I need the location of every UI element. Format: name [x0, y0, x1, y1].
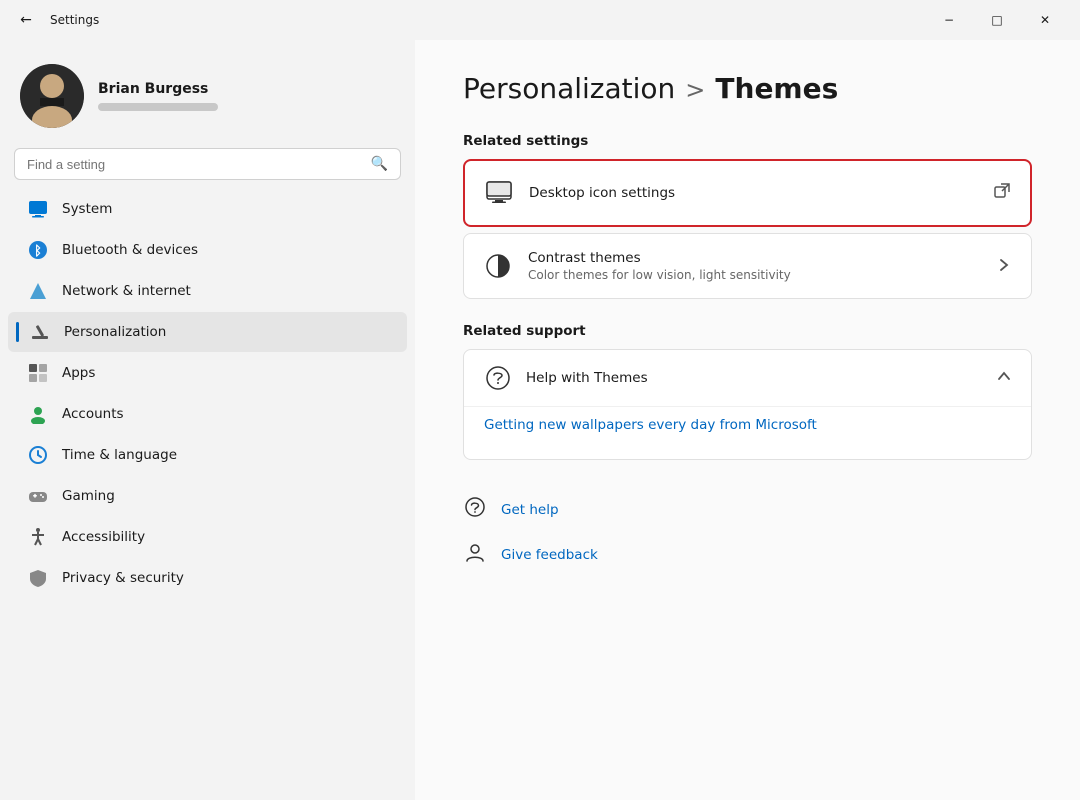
search-icon: 🔍	[371, 156, 388, 172]
sidebar-item-apps-label: Apps	[62, 365, 95, 381]
give-feedback-label: Give feedback	[501, 547, 598, 563]
get-help-label: Get help	[501, 502, 559, 518]
help-themes-title: Help with Themes	[526, 370, 983, 386]
desktop-icon-settings-card[interactable]: Desktop icon settings	[463, 159, 1032, 227]
desktop-icon-settings-content: Desktop icon settings	[529, 185, 978, 201]
avatar-svg	[20, 64, 84, 128]
sidebar-item-accounts[interactable]: Accounts	[8, 394, 407, 434]
sidebar-item-network[interactable]: Network & internet	[8, 271, 407, 311]
sidebar-item-accessibility-label: Accessibility	[62, 529, 145, 545]
sidebar-item-apps[interactable]: Apps	[8, 353, 407, 393]
app-body: Brian Burgess 🔍 System	[0, 40, 1080, 800]
sidebar-item-system-label: System	[62, 201, 112, 217]
network-icon	[28, 281, 48, 301]
contrast-themes-title: Contrast themes	[528, 250, 981, 266]
get-help-icon	[463, 496, 487, 523]
avatar-image	[20, 64, 84, 128]
sidebar-item-gaming[interactable]: Gaming	[8, 476, 407, 516]
related-settings-section: Related settings Desktop icon settings	[463, 133, 1032, 299]
svg-text:ᛒ: ᛒ	[34, 243, 42, 258]
breadcrumb-separator: >	[685, 76, 705, 104]
close-button[interactable]: ✕	[1022, 5, 1068, 35]
related-settings-label: Related settings	[463, 133, 1032, 149]
back-button[interactable]: ←	[12, 6, 40, 34]
bluetooth-icon: ᛒ	[28, 240, 48, 260]
sidebar-item-bluetooth-label: Bluetooth & devices	[62, 242, 198, 258]
user-section: Brian Burgess	[0, 48, 415, 148]
sidebar-item-privacy-label: Privacy & security	[62, 570, 184, 586]
sidebar-item-personalization[interactable]: Personalization	[8, 312, 407, 352]
sidebar-item-gaming-label: Gaming	[62, 488, 115, 504]
personalization-icon	[30, 322, 50, 342]
accessibility-icon	[28, 527, 48, 547]
chevron-up-icon	[997, 369, 1011, 387]
accounts-icon	[28, 404, 48, 424]
sidebar-item-accessibility[interactable]: Accessibility	[8, 517, 407, 557]
app-title: Settings	[50, 13, 99, 27]
external-link-icon	[994, 183, 1010, 203]
privacy-icon	[28, 568, 48, 588]
sidebar-item-time-label: Time & language	[62, 447, 177, 463]
sidebar-item-personalization-label: Personalization	[64, 324, 166, 340]
active-indicator	[16, 322, 19, 342]
sidebar-item-bluetooth[interactable]: ᛒ Bluetooth & devices	[8, 230, 407, 270]
help-themes-card: Help with Themes Getting new wallpapers …	[463, 349, 1032, 460]
desktop-icon-settings-row[interactable]: Desktop icon settings	[465, 161, 1030, 225]
sidebar-item-privacy[interactable]: Privacy & security	[8, 558, 407, 598]
breadcrumb-current: Themes	[715, 72, 838, 105]
sidebar-item-time[interactable]: Time & language	[8, 435, 407, 475]
related-support-section: Related support Help with Themes	[463, 323, 1032, 460]
user-info: Brian Burgess	[98, 81, 218, 111]
minimize-button[interactable]: −	[926, 5, 972, 35]
time-icon	[28, 445, 48, 465]
system-icon	[28, 199, 48, 219]
contrast-themes-subtitle: Color themes for low vision, light sensi…	[528, 268, 981, 282]
content-area: Personalization > Themes Related setting…	[415, 40, 1080, 800]
sidebar-item-system[interactable]: System	[8, 189, 407, 229]
contrast-themes-row[interactable]: Contrast themes Color themes for low vis…	[464, 234, 1031, 298]
sidebar-item-accounts-label: Accounts	[62, 406, 124, 422]
contrast-themes-card[interactable]: Contrast themes Color themes for low vis…	[463, 233, 1032, 299]
search-input[interactable]	[27, 157, 363, 172]
get-help-link[interactable]: Get help	[463, 488, 1032, 531]
give-feedback-link[interactable]: Give feedback	[463, 533, 1032, 576]
give-feedback-icon	[463, 541, 487, 568]
desktop-icon-settings-title: Desktop icon settings	[529, 185, 978, 201]
window-controls: − □ ✕	[926, 5, 1068, 35]
apps-icon	[28, 363, 48, 383]
search-box[interactable]: 🔍	[14, 148, 401, 180]
sidebar: Brian Burgess 🔍 System	[0, 40, 415, 800]
breadcrumb-parent: Personalization	[463, 72, 675, 105]
bottom-links: Get help Give feedback	[463, 488, 1032, 576]
page-header: Personalization > Themes	[463, 72, 1032, 105]
nav-list: System ᛒ Bluetooth & devices Network &	[0, 188, 415, 599]
related-support-label: Related support	[463, 323, 1032, 339]
help-themes-header[interactable]: Help with Themes	[464, 350, 1031, 406]
desktop-icon-settings-icon	[485, 179, 513, 207]
help-themes-body: Getting new wallpapers every day from Mi…	[464, 406, 1031, 459]
user-name: Brian Burgess	[98, 81, 218, 97]
maximize-button[interactable]: □	[974, 5, 1020, 35]
titlebar: ← Settings − □ ✕	[0, 0, 1080, 40]
contrast-themes-icon	[484, 252, 512, 280]
avatar	[20, 64, 84, 128]
wallpaper-link[interactable]: Getting new wallpapers every day from Mi…	[484, 407, 1011, 443]
gaming-icon	[28, 486, 48, 506]
chevron-right-icon	[997, 257, 1011, 276]
user-status-bar	[98, 103, 218, 111]
sidebar-item-network-label: Network & internet	[62, 283, 191, 299]
help-themes-icon	[484, 364, 512, 392]
contrast-themes-content: Contrast themes Color themes for low vis…	[528, 250, 981, 282]
